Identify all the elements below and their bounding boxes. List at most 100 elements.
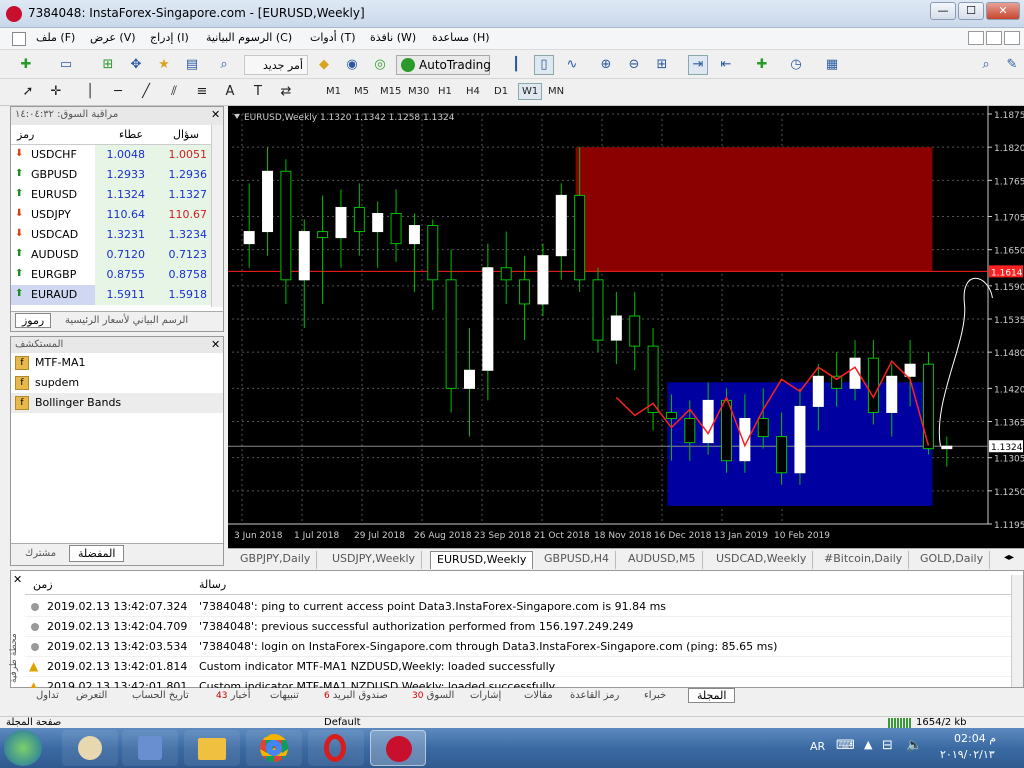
terminal-tab[interactable]: صندوق البريد 6 — [324, 690, 388, 701]
instaforex-terminal-icon[interactable] — [370, 730, 426, 766]
volume-icon[interactable]: 🔈 — [906, 738, 922, 753]
chart-window[interactable]: 1.1875 1.1820 1.1765 1.1705 1.1650 1.1590 1.15… — [228, 106, 1024, 548]
menu-help[interactable]: مساعدة (H) — [432, 31, 490, 44]
search-icon[interactable]: ⌕ — [976, 55, 996, 75]
market-watch-row[interactable]: ⬇ USDJPY 110.64 110.67 — [11, 205, 211, 225]
terminal-icon[interactable]: ▤ — [182, 55, 202, 75]
mdi-close-button[interactable] — [1004, 31, 1020, 45]
chrome-icon[interactable] — [246, 730, 302, 766]
metaeditor-icon[interactable]: ◆ — [314, 55, 334, 75]
tab-common[interactable]: مشترك — [25, 548, 56, 559]
market-watch-row[interactable]: ⬆ GBPUSD 1.2933 1.2936 — [11, 165, 211, 185]
timeframe-m15[interactable]: M15 — [380, 86, 401, 97]
col-symbol[interactable]: رمز — [17, 128, 34, 141]
col-time[interactable]: زمن — [33, 578, 53, 591]
timeframe-w1[interactable]: W1 — [518, 83, 543, 100]
profiles-icon[interactable]: ▭ — [56, 55, 76, 75]
market-watch-row[interactable]: ⬆ AUDUSD 0.7120 0.7123 — [11, 245, 211, 265]
timeframe-m30[interactable]: M30 — [408, 86, 429, 97]
templates-icon[interactable]: ▦ — [822, 55, 842, 75]
menu-charts[interactable]: الرسوم البيانية (C) — [206, 31, 292, 44]
minimize-button[interactable]: — — [930, 2, 956, 20]
chart-tab[interactable]: USDJPY,Weekly — [326, 551, 423, 569]
menu-insert[interactable]: إدراج (I) — [150, 31, 189, 44]
terminal-tab[interactable]: مقالات — [524, 690, 553, 701]
cursor-icon[interactable]: ➚ — [18, 82, 38, 102]
tab-symbols[interactable]: رموز — [15, 313, 52, 328]
channel-icon[interactable]: ⫽ — [164, 82, 184, 102]
navigator-item[interactable]: f supdem — [11, 373, 223, 393]
terminal-tab[interactable]: تنبيهات — [270, 690, 299, 701]
periods-icon[interactable]: ◷ — [786, 55, 806, 75]
terminal-tab[interactable]: التعرض — [76, 690, 107, 701]
text-label-icon[interactable]: T — [248, 82, 268, 102]
fibonacci-icon[interactable]: ≡ — [192, 82, 212, 102]
market-watch-icon[interactable]: ⊞ — [98, 55, 118, 75]
navigator-item[interactable]: f MTF-MA1 — [11, 353, 223, 373]
navigator-item[interactable]: f Bollinger Bands — [11, 393, 223, 413]
log-row[interactable]: ▲ 2019.02.13 13:42:01.814 Custom indicator… — [25, 657, 1021, 677]
terminal-tab[interactable]: المجلة — [688, 688, 736, 703]
horizontal-line-icon[interactable]: ─ — [108, 82, 128, 102]
zoom-out-icon[interactable]: ⊖ — [624, 55, 644, 75]
terminal-tab[interactable]: تداول — [36, 690, 59, 701]
mdi-restore-button[interactable] — [986, 31, 1002, 45]
timeframe-h4[interactable]: H4 — [466, 86, 480, 97]
mdi-minimize-button[interactable] — [968, 31, 984, 45]
chart-tab-scroll-icon[interactable]: ◂▸ — [1004, 552, 1014, 563]
timeframe-mn[interactable]: MN — [548, 86, 564, 97]
start-button[interactable] — [4, 730, 42, 766]
clock-date[interactable]: ٢٠١٩/٠٢/١٣ — [940, 748, 995, 761]
clock-time[interactable]: 02:04 م — [954, 732, 996, 745]
new-chart-icon[interactable]: ✚ — [16, 55, 36, 75]
timeframe-h1[interactable]: H1 — [438, 86, 452, 97]
chart-tab[interactable]: GBPJPY,Daily — [234, 551, 318, 569]
market-watch-row[interactable]: ⬇ USDCAD 1.3231 1.3234 — [11, 225, 211, 245]
paint-icon[interactable] — [62, 730, 118, 766]
menu-window[interactable]: نافذة (W) — [370, 31, 416, 44]
navigator-close-icon[interactable]: ✕ — [211, 338, 220, 351]
bar-chart-icon[interactable]: ┃ — [506, 55, 526, 75]
tab-chart-prices[interactable]: الرسم البياني لأسعار الرئيسية — [65, 315, 188, 326]
market-watch-row[interactable]: ⬆ EURAUD 1.5911 1.5918 — [11, 285, 211, 305]
strategy-tester-icon[interactable]: ⌕ — [214, 55, 234, 75]
candlestick-icon[interactable]: ▯ — [534, 55, 554, 75]
market-watch-close-icon[interactable]: ✕ — [211, 108, 220, 121]
menu-doc-icon[interactable] — [12, 32, 26, 46]
chart-tab[interactable]: AUDUSD,M5 — [622, 551, 703, 569]
chart-shift-icon[interactable]: ⇤ — [716, 55, 736, 75]
new-order-button[interactable]: أمر جديد — [244, 55, 308, 75]
terminal-close-icon[interactable]: ✕ — [13, 573, 22, 586]
terminal-tab[interactable]: خبراء — [644, 690, 666, 701]
file-explorer-icon[interactable] — [184, 730, 240, 766]
tile-windows-icon[interactable]: ⊞ — [652, 55, 672, 75]
keyboard-icon[interactable]: ⌨ — [836, 738, 855, 753]
trendline-icon[interactable]: ╱ — [136, 82, 156, 102]
log-row[interactable]: 2019.02.13 13:42:07.324 '7384048': ping t… — [25, 597, 1021, 617]
market-watch-row[interactable]: ⬇ USDCHF 1.0048 1.0051 — [11, 145, 211, 165]
timeframe-m1[interactable]: M1 — [326, 86, 341, 97]
col-message[interactable]: رسالة — [199, 578, 226, 591]
arrows-icon[interactable]: ⇄ — [276, 82, 296, 102]
menu-view[interactable]: عرض (V) — [90, 31, 136, 44]
menu-file[interactable]: ملف (F) — [36, 31, 75, 44]
close-button[interactable]: ✕ — [986, 2, 1020, 20]
log-row[interactable]: 2019.02.13 13:42:04.709 '7384048': previo… — [25, 617, 1021, 637]
autotrading-button[interactable]: AutoTrading — [396, 55, 491, 75]
col-ask[interactable]: سؤال — [173, 128, 199, 141]
data-window-icon[interactable]: ✥ — [126, 55, 146, 75]
chat-icon[interactable]: ✎ — [1002, 55, 1022, 75]
log-row[interactable]: 2019.02.13 13:42:03.534 '7384048': login … — [25, 637, 1021, 657]
opera-icon[interactable] — [308, 730, 364, 766]
menu-tools[interactable]: أدوات (T) — [310, 31, 356, 44]
col-bid[interactable]: عطاء — [119, 128, 143, 141]
terminal-tab[interactable]: السوق 30 — [412, 690, 454, 701]
line-chart-icon[interactable]: ∿ — [562, 55, 582, 75]
chart-tab[interactable]: #Bitcoin,Daily — [818, 551, 910, 569]
terminal-scrollbar[interactable] — [1011, 575, 1023, 687]
tray-expand-icon[interactable]: ▲ — [864, 738, 872, 751]
maximize-button[interactable]: ☐ — [958, 2, 984, 20]
terminal-tab[interactable]: تاريخ الحساب — [132, 690, 189, 701]
market-watch-scrollbar[interactable] — [211, 125, 223, 307]
account-icon[interactable]: ◉ — [342, 55, 362, 75]
